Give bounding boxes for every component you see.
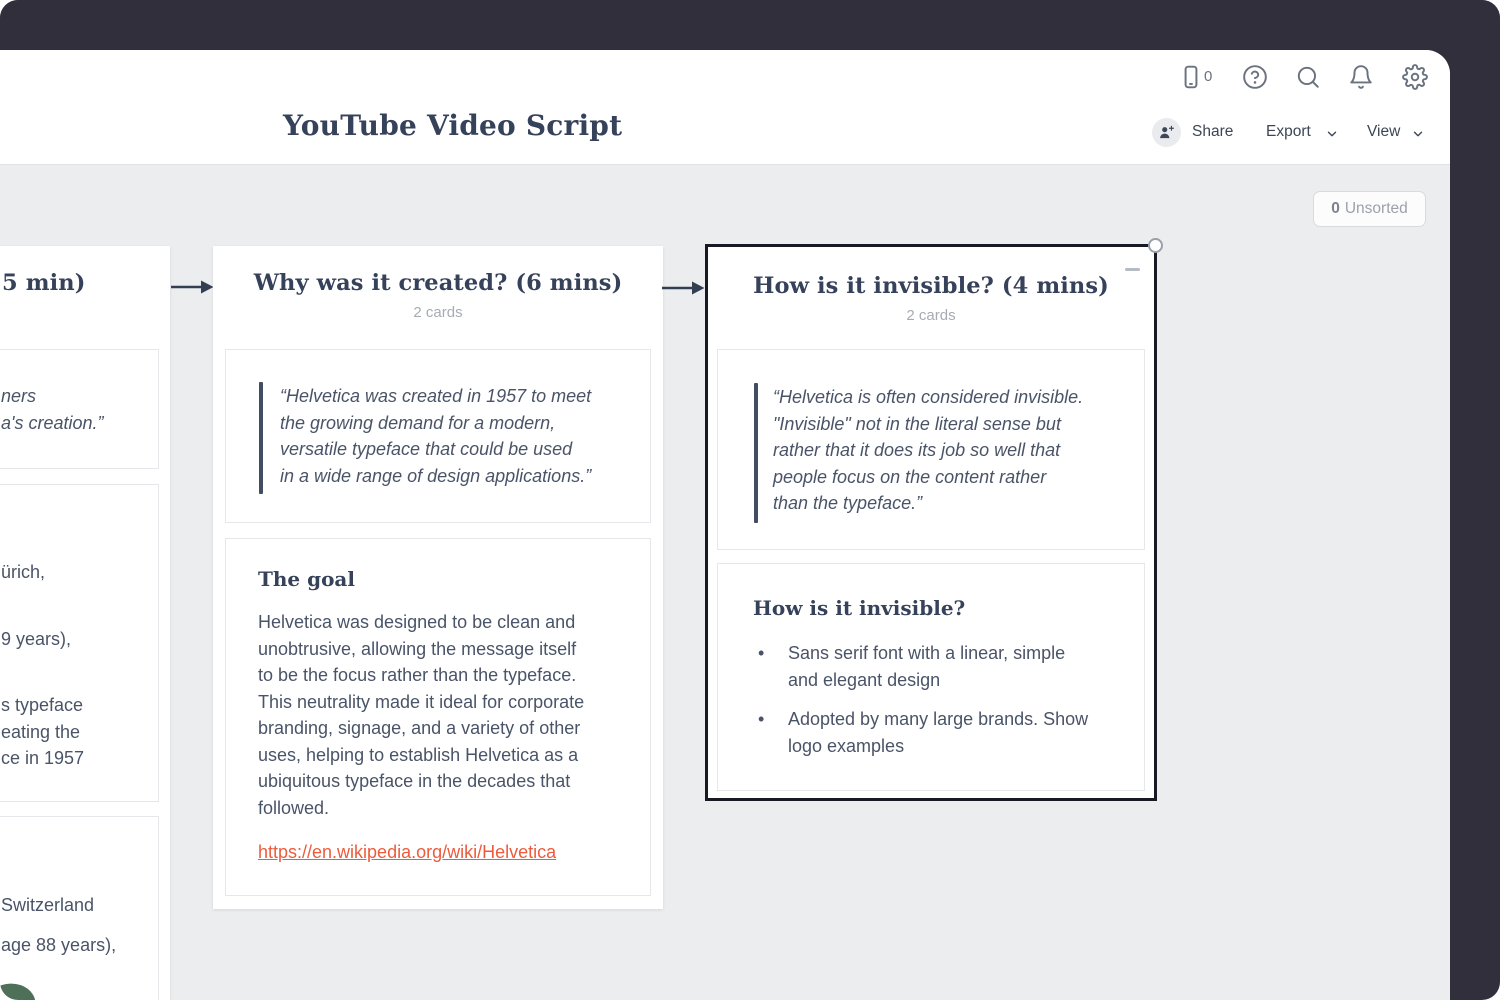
device-count-badge: 0: [1204, 68, 1212, 85]
bullet-marker: •: [758, 640, 788, 693]
flow-arrow: [171, 279, 214, 295]
bullet-item: • Sans serif font with a linear, simple …: [758, 640, 1088, 693]
card-heading: The goal: [258, 567, 355, 591]
card-text: Switzerland: [1, 892, 94, 919]
chevron-down-icon[interactable]: [1325, 127, 1339, 141]
quote-bar: [754, 383, 758, 523]
app-header: YouTube Video Script 0: [0, 50, 1450, 164]
card[interactable]: ners a's creation.”: [0, 349, 159, 469]
quote-card[interactable]: “Helvetica was created in 1957 to meet t…: [225, 349, 651, 523]
unsorted-button[interactable]: 0 Unsorted: [1313, 191, 1426, 227]
card-text: 9 years),: [1, 626, 71, 653]
quote-bar: [259, 382, 263, 494]
column-left-title[interactable]: 5 min): [2, 270, 85, 296]
user-plus-icon: [1158, 124, 1175, 141]
chrome-top-bar: [0, 0, 1500, 50]
document-title[interactable]: YouTube Video Script: [283, 108, 622, 144]
column-card-count: 2 cards: [213, 304, 663, 321]
unsorted-count: 0: [1331, 200, 1340, 218]
card[interactable]: ürich, 9 years), s typeface eating the c…: [0, 484, 159, 802]
share-button[interactable]: Share: [1192, 123, 1233, 141]
column-how-invisible-selected[interactable]: How is it invisible? (4 mins) 2 cards “H…: [705, 244, 1157, 801]
card[interactable]: Switzerland age 88 years),: [0, 816, 159, 1000]
card-text: age 88 years),: [1, 932, 116, 959]
bullet-text: Sans serif font with a linear, simple an…: [788, 640, 1065, 693]
screenshot-frame: YouTube Video Script 0: [0, 0, 1500, 1000]
bullet-list: • Sans serif font with a linear, simple …: [758, 640, 1088, 759]
view-button[interactable]: View: [1367, 123, 1400, 141]
app-window: YouTube Video Script 0: [0, 50, 1450, 1000]
resize-handle[interactable]: [1148, 238, 1163, 253]
wikipedia-link[interactable]: https://en.wikipedia.org/wiki/Helvetica: [258, 842, 556, 863]
gear-icon[interactable]: [1402, 64, 1428, 90]
export-button[interactable]: Export: [1266, 123, 1311, 141]
card-image-fragment: [0, 977, 40, 1000]
column-card-count: 2 cards: [708, 307, 1154, 324]
unsorted-label: Unsorted: [1345, 200, 1408, 218]
card-heading: How is it invisible?: [753, 596, 965, 620]
column-left[interactable]: 5 min) ners a's creation.” ürich, 9 year…: [0, 246, 170, 1000]
bullet-item: • Adopted by many large brands. Show log…: [758, 706, 1088, 759]
bullet-marker: •: [758, 706, 788, 759]
card-text: ürich,: [1, 559, 45, 586]
chevron-down-icon[interactable]: [1411, 127, 1425, 141]
card-text: s typeface eating the ce in 1957: [1, 692, 84, 772]
goal-card[interactable]: The goal Helvetica was designed to be cl…: [225, 538, 651, 896]
smartphone-icon[interactable]: [1178, 64, 1204, 90]
bell-icon[interactable]: [1348, 64, 1374, 90]
share-button-icon-wrap[interactable]: [1152, 118, 1181, 147]
quote-text: “Helvetica was created in 1957 to meet t…: [280, 383, 591, 489]
column-title[interactable]: How is it invisible? (4 mins): [708, 273, 1154, 299]
board-canvas[interactable]: 0 Unsorted 5 min) ners a's creation.” ür…: [0, 164, 1450, 1000]
column-title[interactable]: Why was it created? (6 mins): [213, 270, 663, 296]
flow-arrow: [662, 280, 705, 296]
card-quote-text: ners a's creation.”: [1, 383, 103, 436]
quote-text: “Helvetica is often considered invisible…: [773, 384, 1083, 517]
quote-card[interactable]: “Helvetica is often considered invisible…: [717, 349, 1145, 550]
column-why-created[interactable]: Why was it created? (6 mins) 2 cards “He…: [213, 246, 663, 909]
help-icon[interactable]: [1242, 64, 1268, 90]
bullet-text: Adopted by many large brands. Show logo …: [788, 706, 1088, 759]
search-icon[interactable]: [1295, 64, 1321, 90]
collapse-button[interactable]: [1125, 268, 1140, 271]
card-body-text: Helvetica was designed to be clean and u…: [258, 609, 584, 821]
notes-card[interactable]: How is it invisible? • Sans serif font w…: [717, 563, 1145, 791]
